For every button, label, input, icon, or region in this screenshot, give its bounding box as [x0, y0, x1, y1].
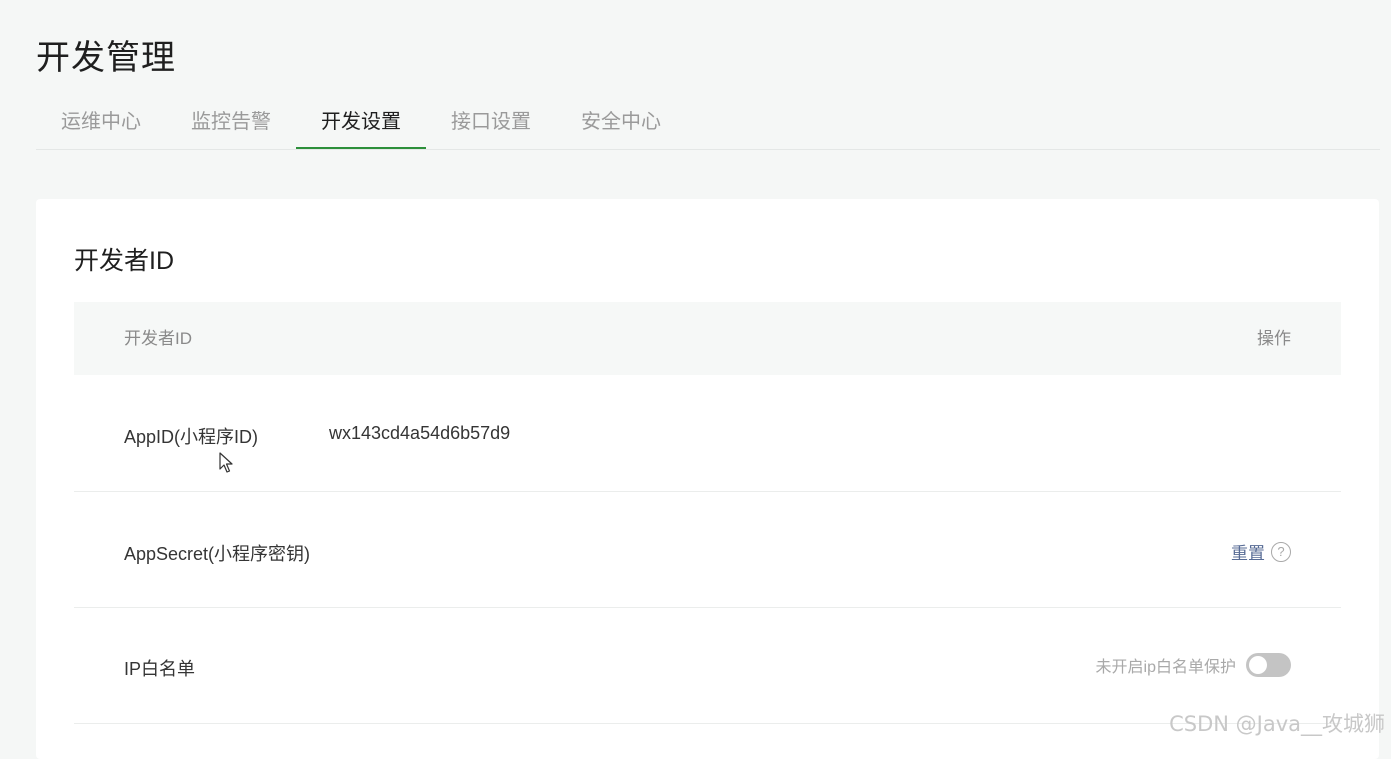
appsecret-label: AppSecret(小程序密钥)	[124, 544, 311, 564]
tab-security-center[interactable]: 安全中心	[556, 96, 686, 149]
mouse-pointer-icon	[219, 452, 233, 473]
ip-whitelist-toggle[interactable]	[1246, 653, 1291, 677]
appid-value: wx143cd4a54d6b57d9	[329, 423, 511, 443]
table-row-ip-whitelist: IP白名单 未开启ip白名单保护	[74, 608, 1341, 724]
appsecret-action: 重置 ?	[1231, 539, 1291, 564]
toggle-knob	[1249, 656, 1267, 674]
page-title: 开发管理	[36, 39, 176, 77]
table-row-appsecret: AppSecret(小程序密钥) 重置 ?	[74, 492, 1341, 608]
tab-bar: 运维中心 监控告警 开发设置 接口设置 安全中心	[36, 96, 1380, 150]
ip-whitelist-status: 未开启ip白名单保护	[1095, 659, 1236, 676]
table-row-appid: AppID(小程序ID) wx143cd4a54d6b57d9	[74, 375, 1341, 492]
ip-whitelist-label: IP白名单	[124, 659, 196, 679]
tab-monitoring-alerts[interactable]: 监控告警	[166, 96, 296, 149]
watermark: CSDN @Java__攻城狮	[1169, 712, 1385, 736]
column-header-action: 操作	[1257, 329, 1291, 348]
developer-id-card: 开发者ID 开发者ID 操作 AppID(小程序ID) wx143cd4a54d…	[36, 199, 1379, 759]
tab-api-settings[interactable]: 接口设置	[426, 96, 556, 149]
tab-dev-settings[interactable]: 开发设置	[296, 96, 426, 149]
ip-whitelist-action: 未开启ip白名单保护	[1096, 653, 1291, 677]
column-header-developer-id: 开发者ID	[124, 329, 192, 348]
reset-link[interactable]: 重置	[1231, 539, 1265, 564]
section-title: 开发者ID	[74, 247, 175, 275]
tab-ops-center[interactable]: 运维中心	[36, 96, 166, 149]
table-header: 开发者ID 操作	[74, 302, 1341, 375]
question-circle-icon[interactable]: ?	[1271, 541, 1291, 562]
appid-label: AppID(小程序ID)	[124, 427, 259, 447]
